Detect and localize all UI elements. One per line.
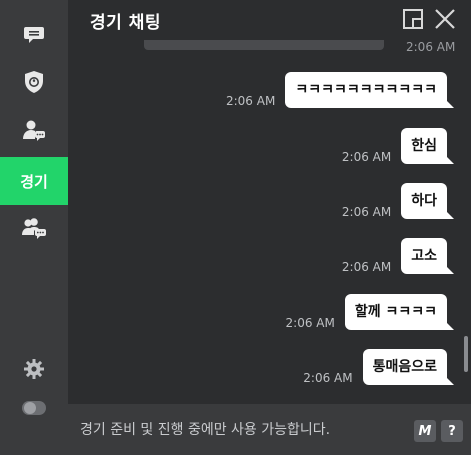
app-window: 경기 경기 채팅 2:06 AM 2:06 AM ㅋㅋㅋㅋㅋㅋㅋㅋㅋㅋㅋ 2:0… (0, 0, 471, 455)
team-shield-icon (25, 71, 43, 93)
message-row: 2:06 AM 고소 (341, 238, 454, 274)
message-time: 2:06 AM (225, 94, 276, 108)
user-chat-icon (23, 120, 45, 141)
message-row: 2:06 AM 통매음으로 (303, 349, 455, 385)
sidebar-item-team[interactable] (0, 58, 68, 106)
message-time: 2:06 AM (341, 150, 392, 164)
sidebar-item-friend-chat[interactable] (0, 106, 68, 154)
sidebar: 경기 (0, 0, 68, 455)
sidebar-item-chat[interactable] (0, 10, 68, 58)
close-icon (435, 9, 455, 29)
toggle-icon (22, 401, 46, 415)
message-row: 2:06 AM ㅋㅋㅋㅋㅋㅋㅋㅋㅋㅋㅋ (225, 72, 454, 108)
message-row: 2:06 AM 한심 (341, 128, 454, 164)
message-bubble[interactable]: 한심 (401, 128, 454, 164)
message-bubble[interactable]: 하다 (401, 183, 454, 219)
panel-header: 경기 채팅 (68, 0, 471, 40)
match-chat-panel: 경기 채팅 2:06 AM 2:06 AM ㅋㅋㅋㅋㅋㅋㅋㅋㅋㅋㅋ 2:06 A… (68, 0, 471, 455)
close-button[interactable] (432, 6, 458, 32)
message-time: 2:06 AM (285, 316, 335, 330)
group-chat-icon (22, 218, 46, 239)
page-title: 경기 채팅 (90, 13, 161, 33)
m-button[interactable]: M (414, 420, 436, 442)
message-time: 2:06 AM (341, 260, 392, 274)
message-row: 2:06 AM 할께 ㅋㅋㅋㅋ (285, 294, 455, 330)
message-time: 2:06 AM (341, 205, 392, 219)
sidebar-item-match[interactable]: 경기 (0, 157, 68, 205)
message-bubble[interactable]: 할께 ㅋㅋㅋㅋ (344, 294, 455, 330)
chat-bubble-icon (24, 27, 44, 43)
popout-button[interactable] (400, 6, 426, 32)
message-time: 2:06 AM (406, 40, 456, 54)
sidebar-item-group-chat[interactable] (0, 204, 68, 252)
message-row: 2:06 AM 하다 (341, 183, 454, 219)
chat-availability-notice: 경기 준비 및 진행 중에만 사용 가능합니다. (80, 422, 331, 438)
toggle-button[interactable] (0, 384, 68, 432)
message-bubble[interactable]: 고소 (401, 238, 454, 274)
sidebar-item-label: 경기 (20, 172, 48, 191)
partial-message-bubble (144, 40, 384, 50)
message-time: 2:06 AM (303, 371, 353, 385)
popout-window-icon (403, 9, 423, 29)
message-bubble[interactable]: ㅋㅋㅋㅋㅋㅋㅋㅋㅋㅋㅋ (285, 72, 454, 108)
message-bubble[interactable]: 통매음으로 (362, 349, 455, 385)
chat-footer: 경기 준비 및 진행 중에만 사용 가능합니다. M ? (68, 404, 471, 455)
chat-message-list[interactable]: 2:06 AM 2:06 AM ㅋㅋㅋㅋㅋㅋㅋㅋㅋㅋㅋ 2:06 AM 한심 2… (68, 40, 471, 400)
gear-icon (24, 359, 44, 379)
chat-scrollbar[interactable] (464, 336, 468, 372)
help-button[interactable]: ? (441, 420, 463, 442)
